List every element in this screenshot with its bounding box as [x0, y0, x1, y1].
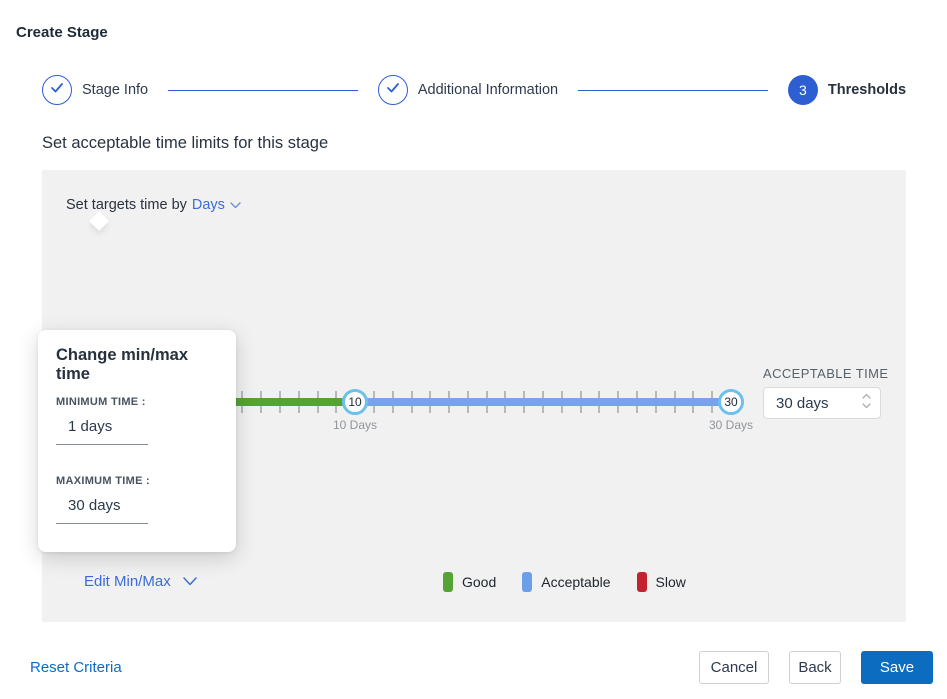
slider-handle-max[interactable]: 30 [718, 389, 744, 415]
edit-minmax-button[interactable]: Edit Min/Max [84, 573, 197, 590]
maximum-time-input[interactable] [56, 489, 148, 524]
days-dropdown[interactable]: Days [192, 197, 241, 213]
check-icon [386, 81, 400, 99]
target-time-prefix: Set targets time by [66, 197, 187, 213]
spinner-up-icon[interactable] [862, 393, 871, 399]
step-additional-information[interactable]: Additional Information [378, 75, 558, 105]
days-dropdown-value: Days [192, 197, 225, 213]
legend-item-acceptable: Acceptable [522, 572, 610, 592]
save-button[interactable]: Save [861, 651, 933, 684]
step-connector [168, 90, 358, 91]
popover-title: Change min/max time [56, 346, 218, 384]
slider-legend: Good Acceptable Slow [443, 572, 686, 592]
slider-caption-max: 30 Days [691, 418, 771, 432]
check-icon [50, 81, 64, 99]
reset-criteria-link[interactable]: Reset Criteria [30, 659, 122, 676]
slider-caption-min: 10 Days [315, 418, 395, 432]
minimum-time-input[interactable] [56, 410, 148, 445]
legend-item-slow: Slow [637, 572, 686, 592]
step-complete-circle [378, 75, 408, 105]
chevron-down-icon [183, 573, 197, 590]
slider-track [186, 398, 735, 406]
legend-item-good: Good [443, 572, 496, 592]
back-button[interactable]: Back [789, 651, 841, 684]
target-time-row: Set targets time by Days [66, 197, 241, 213]
spinner-down-icon[interactable] [862, 403, 871, 409]
acceptable-time-input[interactable] [764, 388, 846, 418]
legend-label: Good [462, 574, 496, 590]
step-complete-circle [42, 75, 72, 105]
acceptable-time-field [763, 387, 881, 419]
page-title: Create Stage [16, 24, 108, 41]
cancel-button[interactable]: Cancel [699, 651, 769, 684]
section-heading: Set acceptable time limits for this stag… [42, 134, 328, 153]
step-number-circle: 3 [788, 75, 818, 105]
footer-buttons: Cancel Back Save [699, 651, 933, 684]
edit-minmax-label: Edit Min/Max [84, 573, 171, 590]
change-minmax-popover: Change min/max time MINIMUM TIME : MAXIM… [38, 330, 236, 552]
maximum-time-label: MAXIMUM TIME : [56, 475, 218, 487]
wizard-stepper: Stage Info Additional Information 3 Thre… [42, 74, 906, 106]
chevron-down-icon [230, 197, 241, 213]
legend-swatch [443, 572, 453, 592]
step-label: Additional Information [418, 82, 558, 98]
slider-handle-min[interactable]: 10 [342, 389, 368, 415]
legend-label: Slow [656, 574, 686, 590]
legend-swatch [522, 572, 532, 592]
step-label: Stage Info [82, 82, 148, 98]
step-connector [578, 90, 768, 91]
minimum-time-label: MINIMUM TIME : [56, 396, 218, 408]
acceptable-time-label: ACCEPTABLE TIME [763, 366, 888, 381]
legend-label: Acceptable [541, 574, 610, 590]
step-thresholds[interactable]: 3 Thresholds [788, 75, 906, 105]
step-label: Thresholds [828, 82, 906, 98]
step-stage-info[interactable]: Stage Info [42, 75, 148, 105]
legend-swatch [637, 572, 647, 592]
acceptable-time-spinner [862, 393, 871, 409]
